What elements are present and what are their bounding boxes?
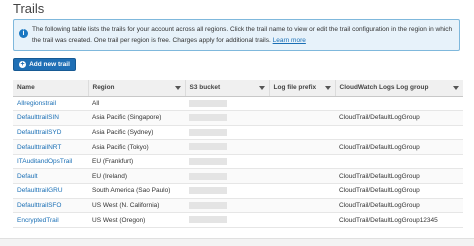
- redacted-bucket-name: [189, 216, 227, 224]
- region-cell: All: [88, 96, 185, 112]
- column-header-s3-bucket[interactable]: S3 bucket: [184, 80, 269, 97]
- log-group-cell: [335, 125, 463, 141]
- trail-name-cell: ITAuditandOpsTrail: [13, 154, 88, 170]
- trail-name-cell: DefaulttrailSYD: [13, 125, 88, 141]
- sort-caret-icon[interactable]: [324, 86, 331, 90]
- table-row: Allregionstrail All: [13, 96, 463, 112]
- trail-name-link[interactable]: DefaulttrailGRU: [17, 187, 63, 194]
- log-file-prefix-cell: [269, 212, 335, 228]
- sort-caret-icon[interactable]: [174, 86, 181, 90]
- table-row: Default EU (Ireland) CloudTrail/DefaultLog…: [13, 168, 463, 185]
- trail-name-link[interactable]: ITAuditandOpsTrail: [17, 158, 72, 165]
- log-file-prefix-cell: [269, 139, 335, 155]
- trails-table: Name Region S3 bucket Log file prefix Cl…: [13, 80, 463, 228]
- page-title: Trails: [13, 1, 45, 16]
- table-header-row: Name Region S3 bucket Log file prefix Cl…: [13, 80, 463, 97]
- trail-name-cell: EncryptedTrail: [13, 212, 88, 228]
- region-cell: EU (Frankfurt): [88, 154, 185, 170]
- log-file-prefix-cell: [269, 154, 335, 170]
- trail-name-cell: DefaulttrailGRU: [13, 183, 88, 199]
- log-group-cell: CloudTrail/DefaultLogGroup: [335, 198, 463, 214]
- table-row: DefaulttrailSIN Asia Pacific (Singapore) C…: [13, 110, 463, 126]
- log-file-prefix-cell: [269, 110, 335, 126]
- trail-name-link[interactable]: DefaulttrailSIN: [17, 114, 59, 121]
- trail-name-cell: Default: [13, 168, 88, 185]
- region-cell: Asia Pacific (Singapore): [88, 110, 185, 126]
- redacted-bucket-name: [189, 187, 227, 195]
- trail-name-cell: DefaulttrailSIN: [13, 110, 88, 126]
- table-row: EncryptedTrail US West (Oregon) CloudTrail…: [13, 212, 463, 228]
- table-row: DefaulttrailNRT Asia Pacific (Tokyo) Cloud…: [13, 139, 463, 155]
- s3-bucket-cell: [185, 154, 269, 170]
- log-group-cell: CloudTrail/DefaultLogGroup: [335, 110, 463, 126]
- sort-caret-icon[interactable]: [258, 86, 265, 90]
- trail-name-link[interactable]: DefaulttrailSFO: [17, 202, 61, 209]
- trail-name-link[interactable]: DefaulttrailSYD: [17, 129, 61, 136]
- redacted-bucket-name: [189, 114, 227, 122]
- redacted-bucket-name: [189, 99, 227, 107]
- learn-more-link[interactable]: Learn more: [273, 37, 306, 44]
- trail-name-link[interactable]: DefaulttrailNRT: [17, 144, 61, 151]
- redacted-bucket-name: [189, 201, 227, 209]
- trail-name-cell: DefaulttrailSFO: [13, 198, 88, 214]
- table-row: DefaulttrailSYD Asia Pacific (Sydney): [13, 125, 463, 141]
- redacted-bucket-name: [189, 128, 227, 136]
- s3-bucket-cell: [185, 212, 269, 228]
- log-group-cell: CloudTrail/DefaultLogGroup: [335, 168, 463, 185]
- log-file-prefix-cell: [269, 183, 335, 199]
- log-group-cell: [335, 154, 463, 170]
- info-banner: i The following table lists the trails f…: [13, 19, 460, 51]
- redacted-bucket-name: [189, 172, 227, 180]
- region-cell: Asia Pacific (Sydney): [88, 125, 185, 141]
- region-cell: Asia Pacific (Tokyo): [88, 139, 185, 155]
- table-row: ITAuditandOpsTrail EU (Frankfurt): [13, 154, 463, 170]
- trail-name-cell: Allregionstrail: [13, 96, 88, 112]
- column-header-log-group[interactable]: CloudWatch Logs Log group: [334, 80, 463, 97]
- trail-name-link[interactable]: EncryptedTrail: [17, 217, 59, 224]
- trail-name-cell: DefaulttrailNRT: [13, 139, 88, 155]
- redacted-bucket-name: [189, 158, 227, 166]
- log-group-cell: [335, 96, 463, 112]
- table-row: DefaulttrailGRU South America (Sao Paulo)…: [13, 183, 463, 199]
- s3-bucket-cell: [185, 183, 269, 199]
- redacted-bucket-name: [189, 143, 227, 151]
- plus-icon: +: [19, 61, 27, 68]
- trail-name-link[interactable]: Default: [17, 173, 38, 180]
- column-header-region[interactable]: Region: [87, 80, 185, 97]
- s3-bucket-cell: [185, 125, 269, 141]
- s3-bucket-cell: [185, 110, 269, 126]
- s3-bucket-cell: [185, 139, 269, 155]
- log-file-prefix-cell: [269, 198, 335, 214]
- sort-caret-icon[interactable]: [453, 86, 459, 90]
- trail-name-link[interactable]: Allregionstrail: [17, 100, 56, 107]
- trails-page: Trails i The following table lists the t…: [0, 0, 474, 246]
- log-file-prefix-cell: [269, 168, 335, 185]
- info-message: The following table lists the trails for…: [32, 26, 453, 44]
- s3-bucket-cell: [185, 198, 269, 214]
- log-file-prefix-cell: [269, 96, 335, 112]
- info-icon: i: [19, 29, 28, 38]
- info-text: The following table lists the trails for…: [32, 24, 457, 46]
- add-new-trail-label: Add new trail: [29, 61, 70, 68]
- log-file-prefix-cell: [269, 125, 335, 141]
- column-header-name[interactable]: Name: [13, 80, 88, 97]
- region-cell: US West (N. California): [88, 198, 185, 214]
- s3-bucket-cell: [185, 168, 269, 185]
- s3-bucket-cell: [185, 96, 269, 112]
- log-group-cell: CloudTrail/DefaultLogGroup: [335, 183, 463, 199]
- add-new-trail-button[interactable]: + Add new trail: [13, 58, 76, 71]
- region-cell: EU (Ireland): [88, 168, 185, 185]
- column-header-log-file-prefix[interactable]: Log file prefix: [268, 80, 335, 97]
- region-cell: South America (Sao Paulo): [88, 183, 185, 199]
- table-row: DefaulttrailSFO US West (N. California) Cl…: [13, 198, 463, 214]
- region-cell: US West (Oregon): [88, 212, 185, 228]
- log-group-cell: CloudTrail/DefaultLogGroup: [335, 139, 463, 155]
- log-group-cell: CloudTrail/DefaultLogGroup12345: [335, 212, 463, 228]
